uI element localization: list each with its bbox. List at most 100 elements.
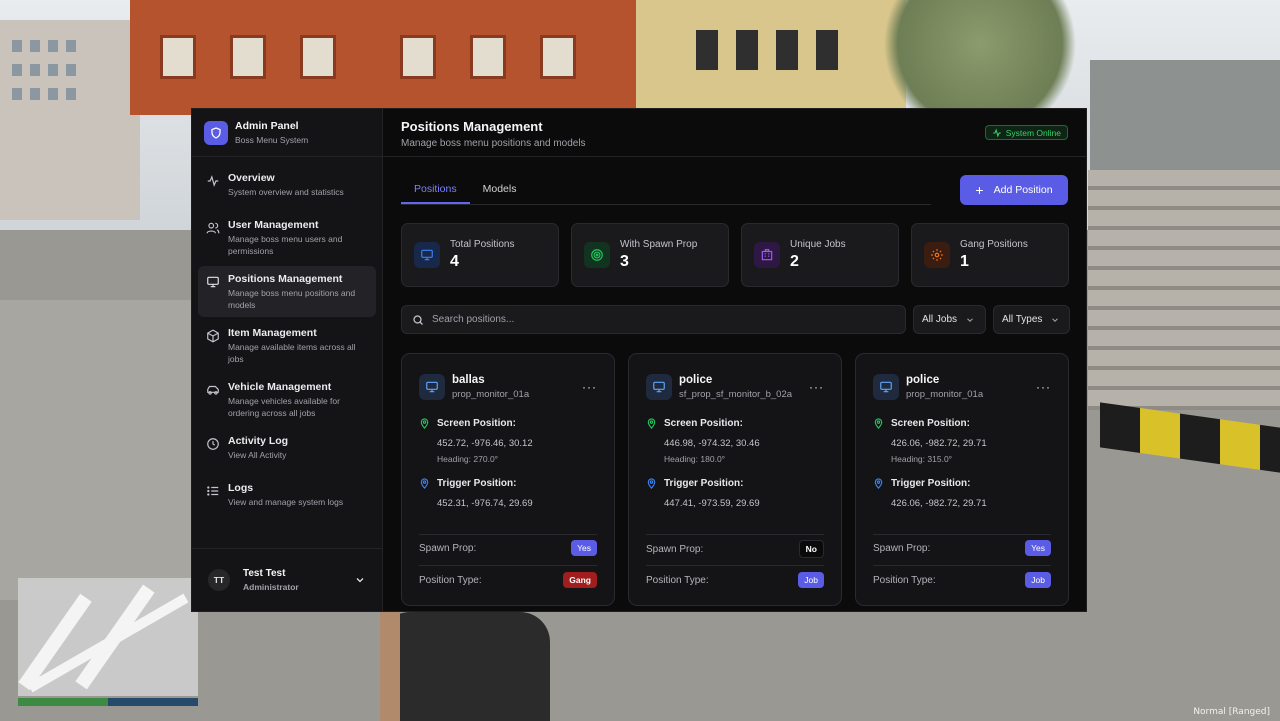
sidebar-item-activity-log[interactable]: Activity Log View All Activity: [198, 428, 376, 472]
box-icon: [207, 329, 219, 343]
users-icon: [206, 222, 220, 234]
filters-row: All Jobs All Types: [401, 305, 1070, 334]
more-options-icon[interactable]: ···: [1036, 380, 1051, 394]
card-job-name: police: [906, 374, 940, 386]
trigger-position-coords: 452.31, -976.74, 29.69: [437, 498, 533, 509]
heading-text: Heading: 270.0°: [437, 454, 597, 464]
plus-icon: +: [975, 182, 984, 198]
add-position-label: Add Position: [993, 184, 1053, 196]
stat-label: Total Positions: [450, 239, 515, 250]
sidebar-item-desc: System overview and statistics: [228, 187, 344, 197]
screen-position-coords: 446.98, -974.32, 30.46: [664, 438, 760, 449]
page-subtitle: Manage boss menu positions and models: [401, 138, 586, 149]
screen-position-coords: 426.06, -982.72, 29.71: [891, 438, 987, 449]
sidebar-item-logs[interactable]: Logs View and manage system logs: [198, 475, 376, 519]
map-pin-icon: [420, 478, 429, 489]
sidebar-item-label: Vehicle Management: [228, 381, 332, 393]
screen-position-label: Screen Position:: [891, 418, 970, 429]
sidebar-item-desc: Manage boss menu users and permissions: [228, 234, 343, 256]
user-menu[interactable]: TT Test Test Administrator: [192, 548, 382, 611]
clock-icon: [207, 438, 219, 450]
search-box[interactable]: [401, 305, 906, 334]
trigger-position-coords: 447.41, -973.59, 29.69: [664, 498, 760, 509]
sidebar-item-positions-management[interactable]: Positions Management Manage boss menu pos…: [198, 266, 376, 317]
spawn-prop-label: Spawn Prop:: [419, 542, 477, 554]
sidebar-item-user-management[interactable]: User Management Manage boss menu users an…: [198, 212, 376, 263]
position-cards: ballas prop_monitor_01a ··· Screen Positi…: [401, 353, 1069, 606]
position-type-badge: Job: [1025, 572, 1051, 588]
stat-value: 4: [450, 253, 459, 270]
page-title: Positions Management: [401, 119, 543, 134]
stat-label: With Spawn Prop: [620, 239, 698, 250]
sidebar-item-overview[interactable]: Overview System overview and statistics: [198, 165, 376, 209]
position-type-label: Position Type:: [646, 574, 709, 586]
status-text: System Online: [1005, 127, 1061, 138]
chevron-down-icon[interactable]: [354, 574, 366, 586]
sidewalk: [0, 300, 195, 600]
spawn-prop-badge: Yes: [571, 540, 597, 556]
app-subtitle: Boss Menu System: [235, 135, 309, 145]
header: Positions Management Manage boss menu po…: [383, 109, 1086, 157]
app-title: Admin Panel: [235, 120, 299, 132]
tab-positions[interactable]: Positions: [401, 175, 470, 204]
minimap: [18, 578, 198, 696]
activity-icon: [992, 128, 1001, 137]
status-badge: System Online: [984, 125, 1068, 140]
building-right: [1090, 60, 1280, 180]
heading-text: Heading: 180.0°: [664, 454, 824, 464]
sidebar-item-label: Item Management: [228, 327, 317, 339]
tab-models[interactable]: Models: [470, 175, 530, 204]
stat-with-spawn-prop: With Spawn Prop 3: [571, 223, 729, 287]
map-pin-icon: [874, 478, 883, 489]
spawn-prop-badge: No: [798, 540, 824, 558]
screen-position-label: Screen Position:: [664, 418, 743, 429]
types-filter-select[interactable]: All Types: [993, 305, 1070, 334]
search-icon: [413, 314, 423, 325]
shield-icon: [204, 120, 228, 145]
health-bar: [18, 698, 198, 706]
position-card: ballas prop_monitor_01a ··· Screen Positi…: [401, 353, 615, 606]
voice-range-label: Normal [Ranged]: [1193, 707, 1270, 717]
map-pin-icon: [647, 478, 656, 489]
admin-panel: Admin Panel Boss Menu System Overview Sys…: [191, 108, 1087, 612]
sidebar-item-desc: Manage vehicles available for ordering a…: [228, 396, 340, 418]
sidebar: Admin Panel Boss Menu System Overview Sys…: [192, 109, 383, 611]
heading-label: Heading:: [891, 454, 926, 464]
add-position-button[interactable]: + Add Position: [960, 175, 1068, 205]
position-card: police sf_prop_sf_monitor_b_02a ··· Scree…: [628, 353, 842, 606]
activity-icon: [207, 175, 219, 187]
more-options-icon[interactable]: ···: [809, 380, 824, 394]
map-pin-icon: [420, 418, 429, 429]
stat-value: 3: [620, 253, 629, 270]
stat-value: 1: [960, 253, 969, 270]
map-pin-icon: [647, 418, 656, 429]
chevron-down-icon: [1052, 317, 1059, 322]
types-filter-value: All Types: [1002, 314, 1043, 325]
sidebar-item-item-management[interactable]: Item Management Manage available items ac…: [198, 320, 376, 371]
card-model: prop_monitor_01a: [906, 389, 984, 400]
sidebar-item-label: Logs: [228, 482, 254, 494]
position-type-label: Position Type:: [419, 574, 482, 586]
user-role: Administrator: [243, 582, 299, 592]
position-card: police prop_monitor_01a ··· Screen Positi…: [855, 353, 1069, 606]
heading-label: Heading:: [664, 454, 699, 464]
stairs: [1088, 170, 1280, 410]
monitor-icon: [419, 374, 445, 400]
spawn-prop-label: Spawn Prop:: [873, 542, 931, 554]
position-type-badge: Gang: [563, 572, 597, 588]
sidebar-item-desc: Manage available items across all jobs: [228, 342, 356, 364]
player-character: [380, 612, 550, 721]
sidebar-item-vehicle-management[interactable]: Vehicle Management Manage vehicles availa…: [198, 374, 376, 425]
sidebar-nav: Overview System overview and statistics U…: [192, 157, 382, 519]
jobs-filter-select[interactable]: All Jobs: [913, 305, 986, 334]
sidebar-item-desc: View and manage system logs: [228, 497, 344, 507]
search-input[interactable]: [432, 314, 872, 325]
monitor-icon: [646, 374, 672, 400]
map-pin-icon: [874, 418, 883, 429]
card-job-name: ballas: [452, 374, 485, 386]
sidebar-item-label: Overview: [228, 172, 275, 184]
more-options-icon[interactable]: ···: [582, 380, 597, 394]
stat-total-positions: Total Positions 4: [401, 223, 559, 287]
sidebar-item-label: Positions Management: [228, 273, 343, 285]
sidebar-item-label: User Management: [228, 219, 319, 231]
